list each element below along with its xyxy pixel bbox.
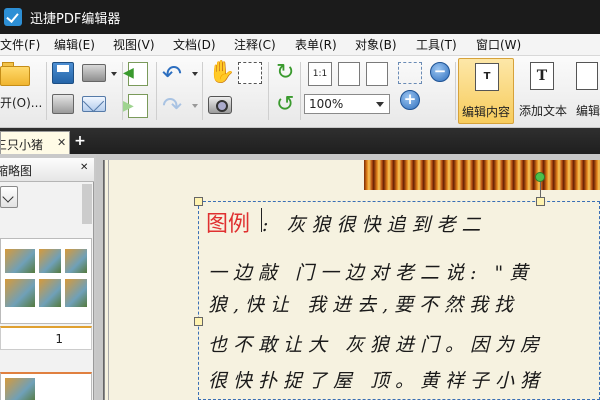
thumbnail-header: 缩略图 ✕ [0, 158, 94, 182]
toolbar-divider [455, 62, 456, 120]
hand-tool-icon[interactable]: ✋ [208, 60, 235, 85]
save-icon[interactable] [52, 62, 74, 84]
thumbnail-illustration [65, 279, 87, 307]
toolbar-divider [156, 62, 157, 120]
open-folder-icon[interactable] [0, 60, 30, 86]
thumbnail-illustration [39, 249, 61, 273]
marquee-zoom-icon[interactable] [398, 62, 422, 84]
rotation-handle-stem [540, 182, 541, 198]
thumbnail-panel: 缩略图 ✕ 1 [0, 158, 94, 400]
page-number-row: 1 [0, 326, 92, 350]
zoom-select[interactable]: 100% [304, 94, 390, 114]
page-thumbnail[interactable] [0, 238, 92, 324]
thumbnail-scrollbar[interactable] [82, 184, 92, 224]
title-bar: 迅捷PDF编辑器 [0, 0, 600, 34]
close-icon[interactable]: ✕ [57, 136, 66, 149]
menu-window[interactable]: 窗口(W) [476, 36, 521, 53]
menu-object[interactable]: 对象(B) [355, 36, 397, 53]
chevron-down-icon [376, 102, 384, 107]
insert-page-icon[interactable]: ◀ [123, 62, 148, 86]
email-icon[interactable] [82, 96, 106, 112]
edit-content-label: 编辑内容 [461, 105, 510, 119]
text-line: 狼,快让 我进去,要不然我找 [208, 294, 520, 316]
zoom-value: 100% [309, 97, 344, 111]
undo-icon[interactable]: ↶ [162, 60, 182, 88]
add-tab-icon[interactable]: + [73, 134, 87, 148]
thumbnail-illustration [39, 279, 61, 307]
undo-dropdown-icon[interactable] [192, 72, 198, 76]
toolbar-divider [268, 62, 269, 120]
menu-tools[interactable]: 工具(T) [416, 36, 457, 53]
text-line: 也不敢让大 灰狼进门。因为房 [208, 334, 546, 356]
tab-label: 三只小猪 [1, 138, 44, 152]
text-line: : 灰狼很快追到老二 [262, 214, 487, 236]
rotate-counterclockwise-icon[interactable]: ↺ [276, 92, 294, 117]
printer-icon[interactable] [52, 94, 74, 114]
zoom-out-icon[interactable]: − [430, 62, 450, 82]
menu-comment[interactable]: 注释(C) [234, 36, 276, 53]
window-title: 迅捷PDF编辑器 [30, 11, 121, 27]
thumbnail-illustration [65, 249, 87, 273]
thumbnail-illustration [5, 378, 35, 400]
thumbnail-illustration [5, 249, 35, 273]
menu-bar: 文件(F) 编辑(E) 视图(V) 文档(D) 注释(C) 表单(R) 对象(B… [0, 34, 600, 56]
text-line: 一边敲 门一边对老二说: "黄 [208, 262, 535, 284]
redo-dropdown-icon[interactable] [192, 104, 198, 108]
page-thumbnail[interactable] [0, 372, 92, 400]
add-text-button[interactable]: T 添加文本 [516, 58, 570, 124]
zoom-in-icon[interactable]: + [400, 90, 420, 110]
tab-three-little-pigs[interactable]: 三只小猪 ✕ [0, 131, 70, 154]
menu-file[interactable]: 文件(F) [0, 36, 40, 53]
add-text-icon: T [530, 62, 554, 90]
extract-page-icon[interactable]: ▶ [123, 94, 148, 118]
toolbar-divider [300, 62, 301, 120]
menu-document[interactable]: 文档(D) [173, 36, 216, 53]
print-icon[interactable] [82, 64, 106, 82]
document-tab-bar: 三只小猪 ✕ + [0, 128, 600, 154]
page-number: 1 [55, 332, 63, 346]
select-text-icon[interactable] [238, 62, 262, 84]
menu-edit[interactable]: 编辑(E) [54, 36, 95, 53]
page-illustration[interactable] [364, 160, 600, 190]
snapshot-camera-icon[interactable] [208, 96, 232, 114]
edit-object-label: 编辑 [576, 104, 600, 118]
thumbnail-illustration [5, 279, 35, 307]
actual-size-icon[interactable]: 1:1 [308, 62, 332, 86]
legend-label: 图例 [206, 212, 251, 237]
resize-handle[interactable] [536, 197, 545, 206]
edit-content-icon: T [475, 63, 499, 91]
page-border [108, 160, 109, 400]
app-logo-icon [4, 8, 22, 26]
add-text-label: 添加文本 [518, 104, 567, 118]
thumbnail-title: 缩略图 [0, 164, 33, 178]
redo-icon[interactable]: ↷ [162, 92, 182, 120]
resize-handle[interactable] [194, 317, 203, 326]
toolbar-divider [202, 62, 203, 120]
menu-view[interactable]: 视图(V) [113, 36, 155, 53]
edit-content-button[interactable]: T 编辑内容 [458, 58, 514, 124]
menu-form[interactable]: 表单(R) [295, 36, 337, 53]
open-button-label[interactable]: 开(O)... [0, 94, 42, 111]
close-icon[interactable]: ✕ [80, 162, 88, 173]
text-line: 很快扑捉了屋 顶。黄祥子小猪 [208, 370, 546, 392]
print-dropdown-icon[interactable] [111, 72, 117, 76]
rotate-clockwise-icon[interactable]: ↻ [276, 60, 294, 85]
toolbar-divider [46, 62, 47, 120]
rotation-handle[interactable] [535, 172, 545, 182]
fit-page-icon[interactable] [338, 62, 360, 86]
edit-object-icon [576, 62, 598, 90]
edit-object-button[interactable]: 编辑 [574, 58, 600, 124]
resize-handle[interactable] [194, 197, 203, 206]
toolbar: 开(O)... ◀ ▶ ↶ ↷ ✋ ↻ ↺ 1:1 100% − + T 编辑内… [0, 56, 600, 128]
fit-width-icon[interactable] [366, 62, 388, 86]
thumbnail-options-dropdown[interactable] [0, 186, 18, 208]
